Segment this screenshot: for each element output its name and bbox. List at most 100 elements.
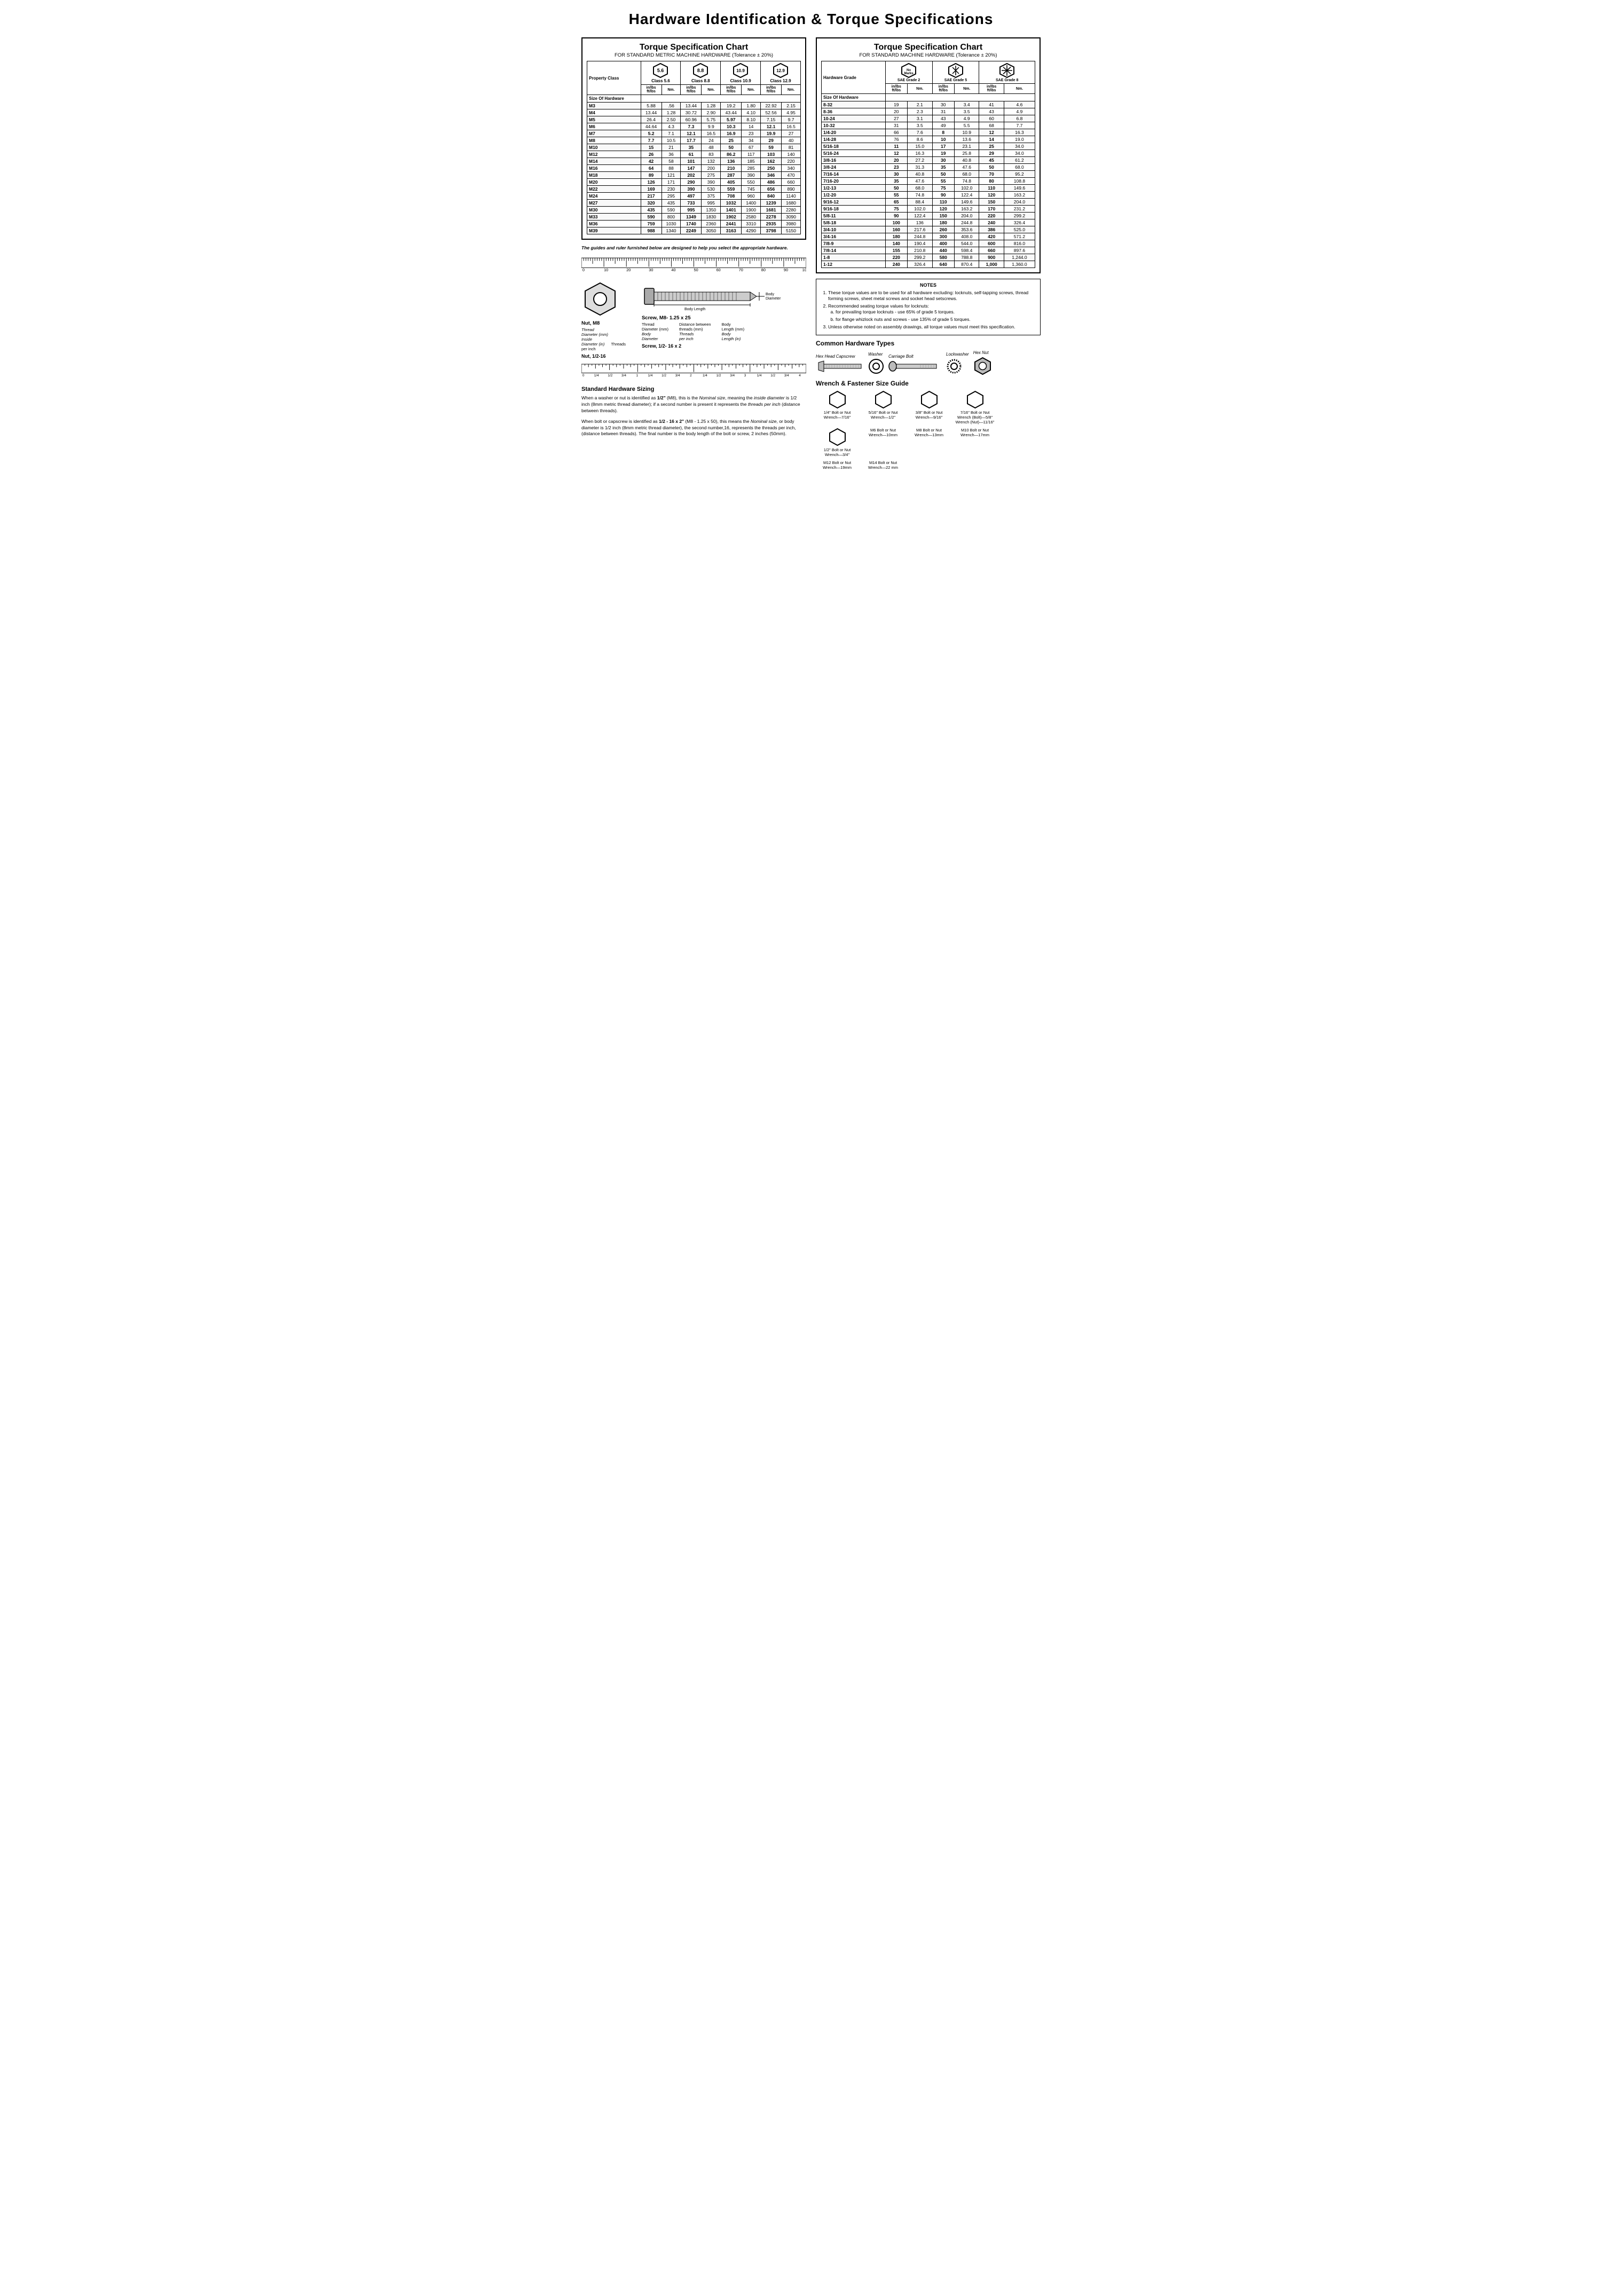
sae-torque-cell: 108.8 xyxy=(1004,178,1035,185)
torque-cell: 1349 xyxy=(681,214,702,221)
torque-cell: 121 xyxy=(662,172,681,179)
svg-text:100: 100 xyxy=(802,268,806,272)
torque-cell: 486 xyxy=(761,179,782,186)
torque-cell: 405 xyxy=(721,179,742,186)
sae-torque-cell: 40.8 xyxy=(908,171,932,178)
sae-torque-cell: 47.6 xyxy=(955,164,979,171)
g2-nm: Nm. xyxy=(908,84,932,94)
hw-size-cell: M20 xyxy=(587,179,641,186)
sae-torque-cell: 19 xyxy=(932,150,955,157)
sae-torque-cell: 23.1 xyxy=(955,143,979,150)
sae-torque-cell: 204.0 xyxy=(1004,199,1035,206)
torque-cell: 132 xyxy=(702,158,721,165)
wrench-size-3: Wrench—9/16" xyxy=(908,415,950,420)
torque-cell: 470 xyxy=(782,172,801,179)
sae-torque-cell: 600 xyxy=(979,240,1004,247)
torque-cell: 40 xyxy=(782,137,801,144)
torque-cell: 88 xyxy=(662,165,681,172)
torque-cell: 9.7 xyxy=(782,116,801,123)
torque-cell: 8.10 xyxy=(742,116,761,123)
hw-size-cell: M22 xyxy=(587,186,641,193)
torque-cell: 12.1 xyxy=(761,123,782,130)
sae-torque-cell: 598.4 xyxy=(955,247,979,254)
sae-torque-cell: 4.6 xyxy=(1004,101,1035,108)
nut-example: Nut, 1/2-16 xyxy=(581,353,626,359)
torque-cell: 1830 xyxy=(702,214,721,221)
sae-size-cell: 3/8-24 xyxy=(822,164,886,171)
svg-text:1/2: 1/2 xyxy=(662,374,666,378)
g2-inlbs: in/lbsft/lbs xyxy=(885,84,908,94)
sae-size-cell: 3/8-16 xyxy=(822,157,886,164)
svg-text:1/4: 1/4 xyxy=(594,374,599,378)
hw-size-cell: M12 xyxy=(587,151,641,158)
screw-diagram: Body Diameter Body Length Screw, M8- 1.2… xyxy=(642,280,806,349)
c129-nm: Nm. xyxy=(782,85,801,95)
sae-torque-cell: 70 xyxy=(979,171,1004,178)
sae-torque-cell: 149.6 xyxy=(955,199,979,206)
hw-size-cell: M39 xyxy=(587,227,641,234)
sae-size-cell: 5/16-18 xyxy=(822,143,886,150)
svg-text:3/4: 3/4 xyxy=(784,374,789,378)
sae-torque-cell: 3.1 xyxy=(908,115,932,122)
sae-torque-cell: 244.8 xyxy=(908,233,932,240)
svg-text:1/4: 1/4 xyxy=(648,374,652,378)
sae-torque-cell: 68 xyxy=(979,122,1004,129)
sae-torque-cell: 110 xyxy=(979,185,1004,192)
mm-ruler: ruler ticks 0 10 20 30 40 50 60 70 80 90… xyxy=(581,255,806,273)
sae-torque-cell: 408.0 xyxy=(955,233,979,240)
sae-torque-cell: 544.0 xyxy=(955,240,979,247)
torque-cell: 5.2 xyxy=(641,130,662,137)
torque-cell: 988 xyxy=(641,227,662,234)
sae-torque-cell: 31.3 xyxy=(908,164,932,171)
torque-cell: 346 xyxy=(761,172,782,179)
torque-cell: 2580 xyxy=(742,214,761,221)
sae-torque-cell: 120 xyxy=(979,192,1004,199)
sae-torque-cell: 17 xyxy=(932,143,955,150)
sae-torque-cell: 150 xyxy=(932,213,955,219)
sae-torque-cell: 75 xyxy=(885,206,908,213)
torque-cell: 30.72 xyxy=(681,109,702,116)
sae-torque-cell: 299.2 xyxy=(908,254,932,261)
hw-size-cell: M27 xyxy=(587,200,641,207)
torque-cell: 1350 xyxy=(702,207,721,214)
sae-torque-cell: 897.6 xyxy=(1004,247,1035,254)
sae-torque-cell: 68.0 xyxy=(955,171,979,178)
sae-size-cell: 7/16-20 xyxy=(822,178,886,185)
class-129-icon: 12.9 xyxy=(773,62,789,78)
torque-cell: 24 xyxy=(702,137,721,144)
hw-size-cell: M4 xyxy=(587,109,641,116)
hw-size-cell: M30 xyxy=(587,207,641,214)
svg-text:10: 10 xyxy=(604,268,608,272)
svg-text:Body Length: Body Length xyxy=(684,308,705,311)
torque-cell: 745 xyxy=(742,186,761,193)
torque-cell: 2.15 xyxy=(782,103,801,109)
hw-size-cell: M10 xyxy=(587,144,641,151)
torque-cell: 136 xyxy=(721,158,742,165)
page-title: Hardware Identification & Torque Specifi… xyxy=(581,11,1041,28)
sae-size-cell: 7/16-14 xyxy=(822,171,886,178)
torque-cell: 35 xyxy=(681,144,702,151)
sae-torque-cell: 640 xyxy=(932,261,955,268)
torque-cell: 7.3 xyxy=(681,123,702,130)
torque-cell: 4.10 xyxy=(742,109,761,116)
torque-cell: 530 xyxy=(702,186,721,193)
sae-size-cell: 1-8 xyxy=(822,254,886,261)
sae-torque-cell: 5.5 xyxy=(955,122,979,129)
svg-text:30: 30 xyxy=(649,268,653,272)
sae-torque-cell: 90 xyxy=(885,213,908,219)
torque-cell: 1740 xyxy=(681,221,702,227)
sae-torque-cell: 3.4 xyxy=(955,101,979,108)
sae-size-cell: 5/8-18 xyxy=(822,219,886,226)
sae-torque-cell: 10 xyxy=(932,136,955,143)
sae-torque-cell: 4.9 xyxy=(1004,108,1035,115)
torque-cell: 1239 xyxy=(761,200,782,207)
g5-nm: Nm. xyxy=(955,84,979,94)
sae-torque-cell: 43 xyxy=(979,108,1004,115)
svg-text:1/2: 1/2 xyxy=(608,374,612,378)
wrench-hex1-icon xyxy=(828,390,847,409)
sae-torque-cell: 80 xyxy=(979,178,1004,185)
sae-torque-cell: 7.6 xyxy=(908,129,932,136)
hex-capscrew-item: Hex Head Capscrew xyxy=(816,354,864,372)
torque-cell: 36 xyxy=(662,151,681,158)
grade8-icon xyxy=(999,62,1015,78)
